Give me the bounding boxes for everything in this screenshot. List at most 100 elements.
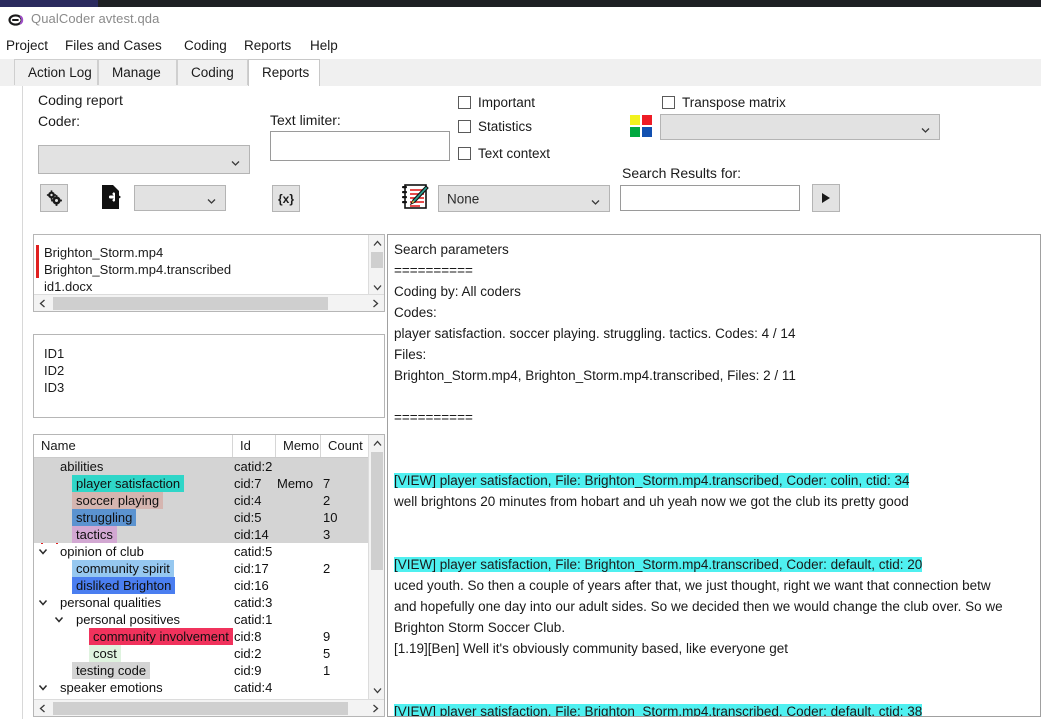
list-item[interactable]: id1.docx <box>44 279 92 294</box>
scroll-right-icon[interactable] <box>367 295 384 311</box>
export-file-button[interactable] <box>98 182 126 212</box>
code-name-cell[interactable]: community involvement <box>89 628 233 645</box>
tree-expander-icon[interactable] <box>54 611 64 628</box>
annotation-combobox[interactable]: None <box>438 185 610 212</box>
code-count-cell[interactable]: 7 <box>323 475 330 492</box>
report-line[interactable]: [VIEW] player satisfaction, File: Bright… <box>394 470 1040 491</box>
coder-combobox[interactable] <box>38 145 250 174</box>
codes-horizontal-scrollbar[interactable] <box>34 699 384 716</box>
checkbox-important[interactable]: Important <box>458 95 535 110</box>
scroll-left-icon[interactable] <box>34 295 51 311</box>
column-header-id[interactable]: Id <box>233 435 276 457</box>
code-id-cell[interactable]: cid:14 <box>234 526 269 543</box>
checkbox-statistics[interactable]: Statistics <box>458 119 532 134</box>
scroll-down-icon[interactable] <box>369 682 384 698</box>
code-name-cell[interactable]: testing code <box>72 662 151 679</box>
code-count-cell[interactable]: 3 <box>323 526 330 543</box>
menu-project[interactable]: Project <box>1 36 53 55</box>
table-row[interactable]: tactics cid:14 3 <box>34 526 368 543</box>
report-line[interactable]: [VIEW] player satisfaction, File: Bright… <box>394 554 1040 575</box>
report-line[interactable]: ========== <box>394 407 1040 428</box>
files-vertical-scrollbar[interactable] <box>368 235 384 296</box>
code-name-cell[interactable]: disliked Brighton <box>72 577 176 594</box>
text-limiter-input[interactable] <box>270 131 450 161</box>
scroll-thumb[interactable] <box>371 452 383 570</box>
matrix-combobox[interactable] <box>660 114 940 140</box>
code-id-cell[interactable]: cid:17 <box>234 560 269 577</box>
list-item[interactable]: Brighton_Storm.mp4.transcribed <box>44 262 231 277</box>
scroll-up-icon[interactable] <box>369 435 384 451</box>
files-list-panel[interactable]: Brighton_Storm.mp4 Brighton_Storm.mp4.tr… <box>33 234 385 312</box>
list-item[interactable]: ID1 <box>44 346 64 361</box>
checkbox-text-context[interactable]: Text context <box>458 146 550 161</box>
table-row[interactable]: soccer playing cid:4 2 <box>34 492 368 509</box>
report-view-header[interactable]: [VIEW] player satisfaction, File: Bright… <box>394 473 910 488</box>
code-id-cell[interactable]: catid:2 <box>234 458 272 475</box>
report-line[interactable]: and hopefully one day into our adult sid… <box>394 596 1040 617</box>
tab-reports[interactable]: Reports <box>248 59 320 86</box>
code-name-cell[interactable]: speaker emotions <box>56 679 167 696</box>
report-line[interactable]: Coding by: All coders <box>394 281 1040 302</box>
report-line[interactable] <box>394 512 1040 533</box>
code-name-cell[interactable]: personal positives <box>72 611 184 628</box>
scroll-up-icon[interactable] <box>369 235 384 251</box>
table-row[interactable]: struggling cid:5 10 <box>34 509 368 526</box>
column-header-count[interactable]: Count <box>321 435 368 457</box>
code-count-cell[interactable]: 2 <box>323 492 330 509</box>
report-text-content[interactable]: Search parameters ========== Coding by: Al… <box>394 239 1040 716</box>
scroll-thumb[interactable] <box>371 252 383 268</box>
code-id-cell[interactable]: catid:3 <box>234 594 272 611</box>
code-name-cell[interactable]: soccer playing <box>72 492 164 509</box>
report-line[interactable]: [1.19][Ben] Well it's obviously communit… <box>394 638 1040 659</box>
code-name-cell[interactable]: abilities <box>56 458 107 475</box>
scroll-left-icon[interactable] <box>34 700 51 716</box>
code-id-cell[interactable]: cid:4 <box>234 492 261 509</box>
report-line[interactable] <box>394 386 1040 407</box>
report-line[interactable] <box>394 533 1040 554</box>
report-line[interactable] <box>394 659 1040 680</box>
report-line[interactable]: well brightons 20 minutes from hobart an… <box>394 491 1040 512</box>
report-view-header[interactable]: [VIEW] player satisfaction, File: Bright… <box>394 557 923 572</box>
code-id-cell[interactable]: cid:9 <box>234 662 261 679</box>
code-id-cell[interactable]: cid:5 <box>234 509 261 526</box>
code-name-cell[interactable]: struggling <box>72 509 137 526</box>
tree-expander-icon[interactable] <box>38 594 48 611</box>
scroll-thumb[interactable] <box>53 297 328 310</box>
code-name-cell[interactable]: community spirit <box>72 560 174 577</box>
code-count-cell[interactable]: 1 <box>323 662 330 679</box>
menu-reports[interactable]: Reports <box>239 36 296 55</box>
report-line[interactable]: Brighton_Storm.mp4, Brighton_Storm.mp4.t… <box>394 365 1040 386</box>
attributes-combobox[interactable] <box>134 185 226 211</box>
code-id-cell[interactable]: cid:16 <box>234 577 269 594</box>
report-line[interactable]: Search parameters <box>394 239 1040 260</box>
report-line[interactable]: player satisfaction. soccer playing. str… <box>394 323 1040 344</box>
codes-tree-panel[interactable]: Name Id Memo Count abilities catid:2 playe… <box>33 434 385 717</box>
cases-list-panel[interactable]: ID1 ID2 ID3 <box>33 334 385 418</box>
menu-coding[interactable]: Coding <box>179 36 232 55</box>
codes-vertical-scrollbar[interactable] <box>368 435 384 699</box>
code-id-cell[interactable]: catid:4 <box>234 679 272 696</box>
table-row[interactable]: personal qualities catid:3 <box>34 594 368 611</box>
table-row[interactable]: player satisfaction cid:7 Memo 7 <box>34 475 368 492</box>
settings-button[interactable] <box>40 184 68 212</box>
menu-files-and-cases[interactable]: Files and Cases <box>60 36 167 55</box>
search-results-input[interactable] <box>620 185 800 211</box>
report-line[interactable]: Codes: <box>394 302 1040 323</box>
files-horizontal-scrollbar[interactable] <box>34 294 384 311</box>
table-row[interactable]: testing code cid:9 1 <box>34 662 368 679</box>
code-count-cell[interactable]: 9 <box>323 628 330 645</box>
report-line[interactable]: [VIEW] player satisfaction, File: Bright… <box>394 701 1040 716</box>
report-line[interactable]: ========== <box>394 260 1040 281</box>
table-row[interactable]: opinion of club catid:5 <box>34 543 368 560</box>
report-line[interactable] <box>394 680 1040 701</box>
code-count-cell[interactable]: 2 <box>323 560 330 577</box>
tab-manage[interactable]: Manage <box>98 59 177 85</box>
scroll-down-icon[interactable] <box>369 279 384 295</box>
code-id-cell[interactable]: cid:8 <box>234 628 261 645</box>
table-row[interactable]: personal positives catid:1 <box>34 611 368 628</box>
scroll-right-icon[interactable] <box>367 700 384 716</box>
report-view-header[interactable]: [VIEW] player satisfaction, File: Bright… <box>394 704 923 716</box>
report-line[interactable] <box>394 428 1040 449</box>
table-row[interactable]: cost cid:2 5 <box>34 645 368 662</box>
tab-action-log[interactable]: Action Log <box>14 59 98 85</box>
